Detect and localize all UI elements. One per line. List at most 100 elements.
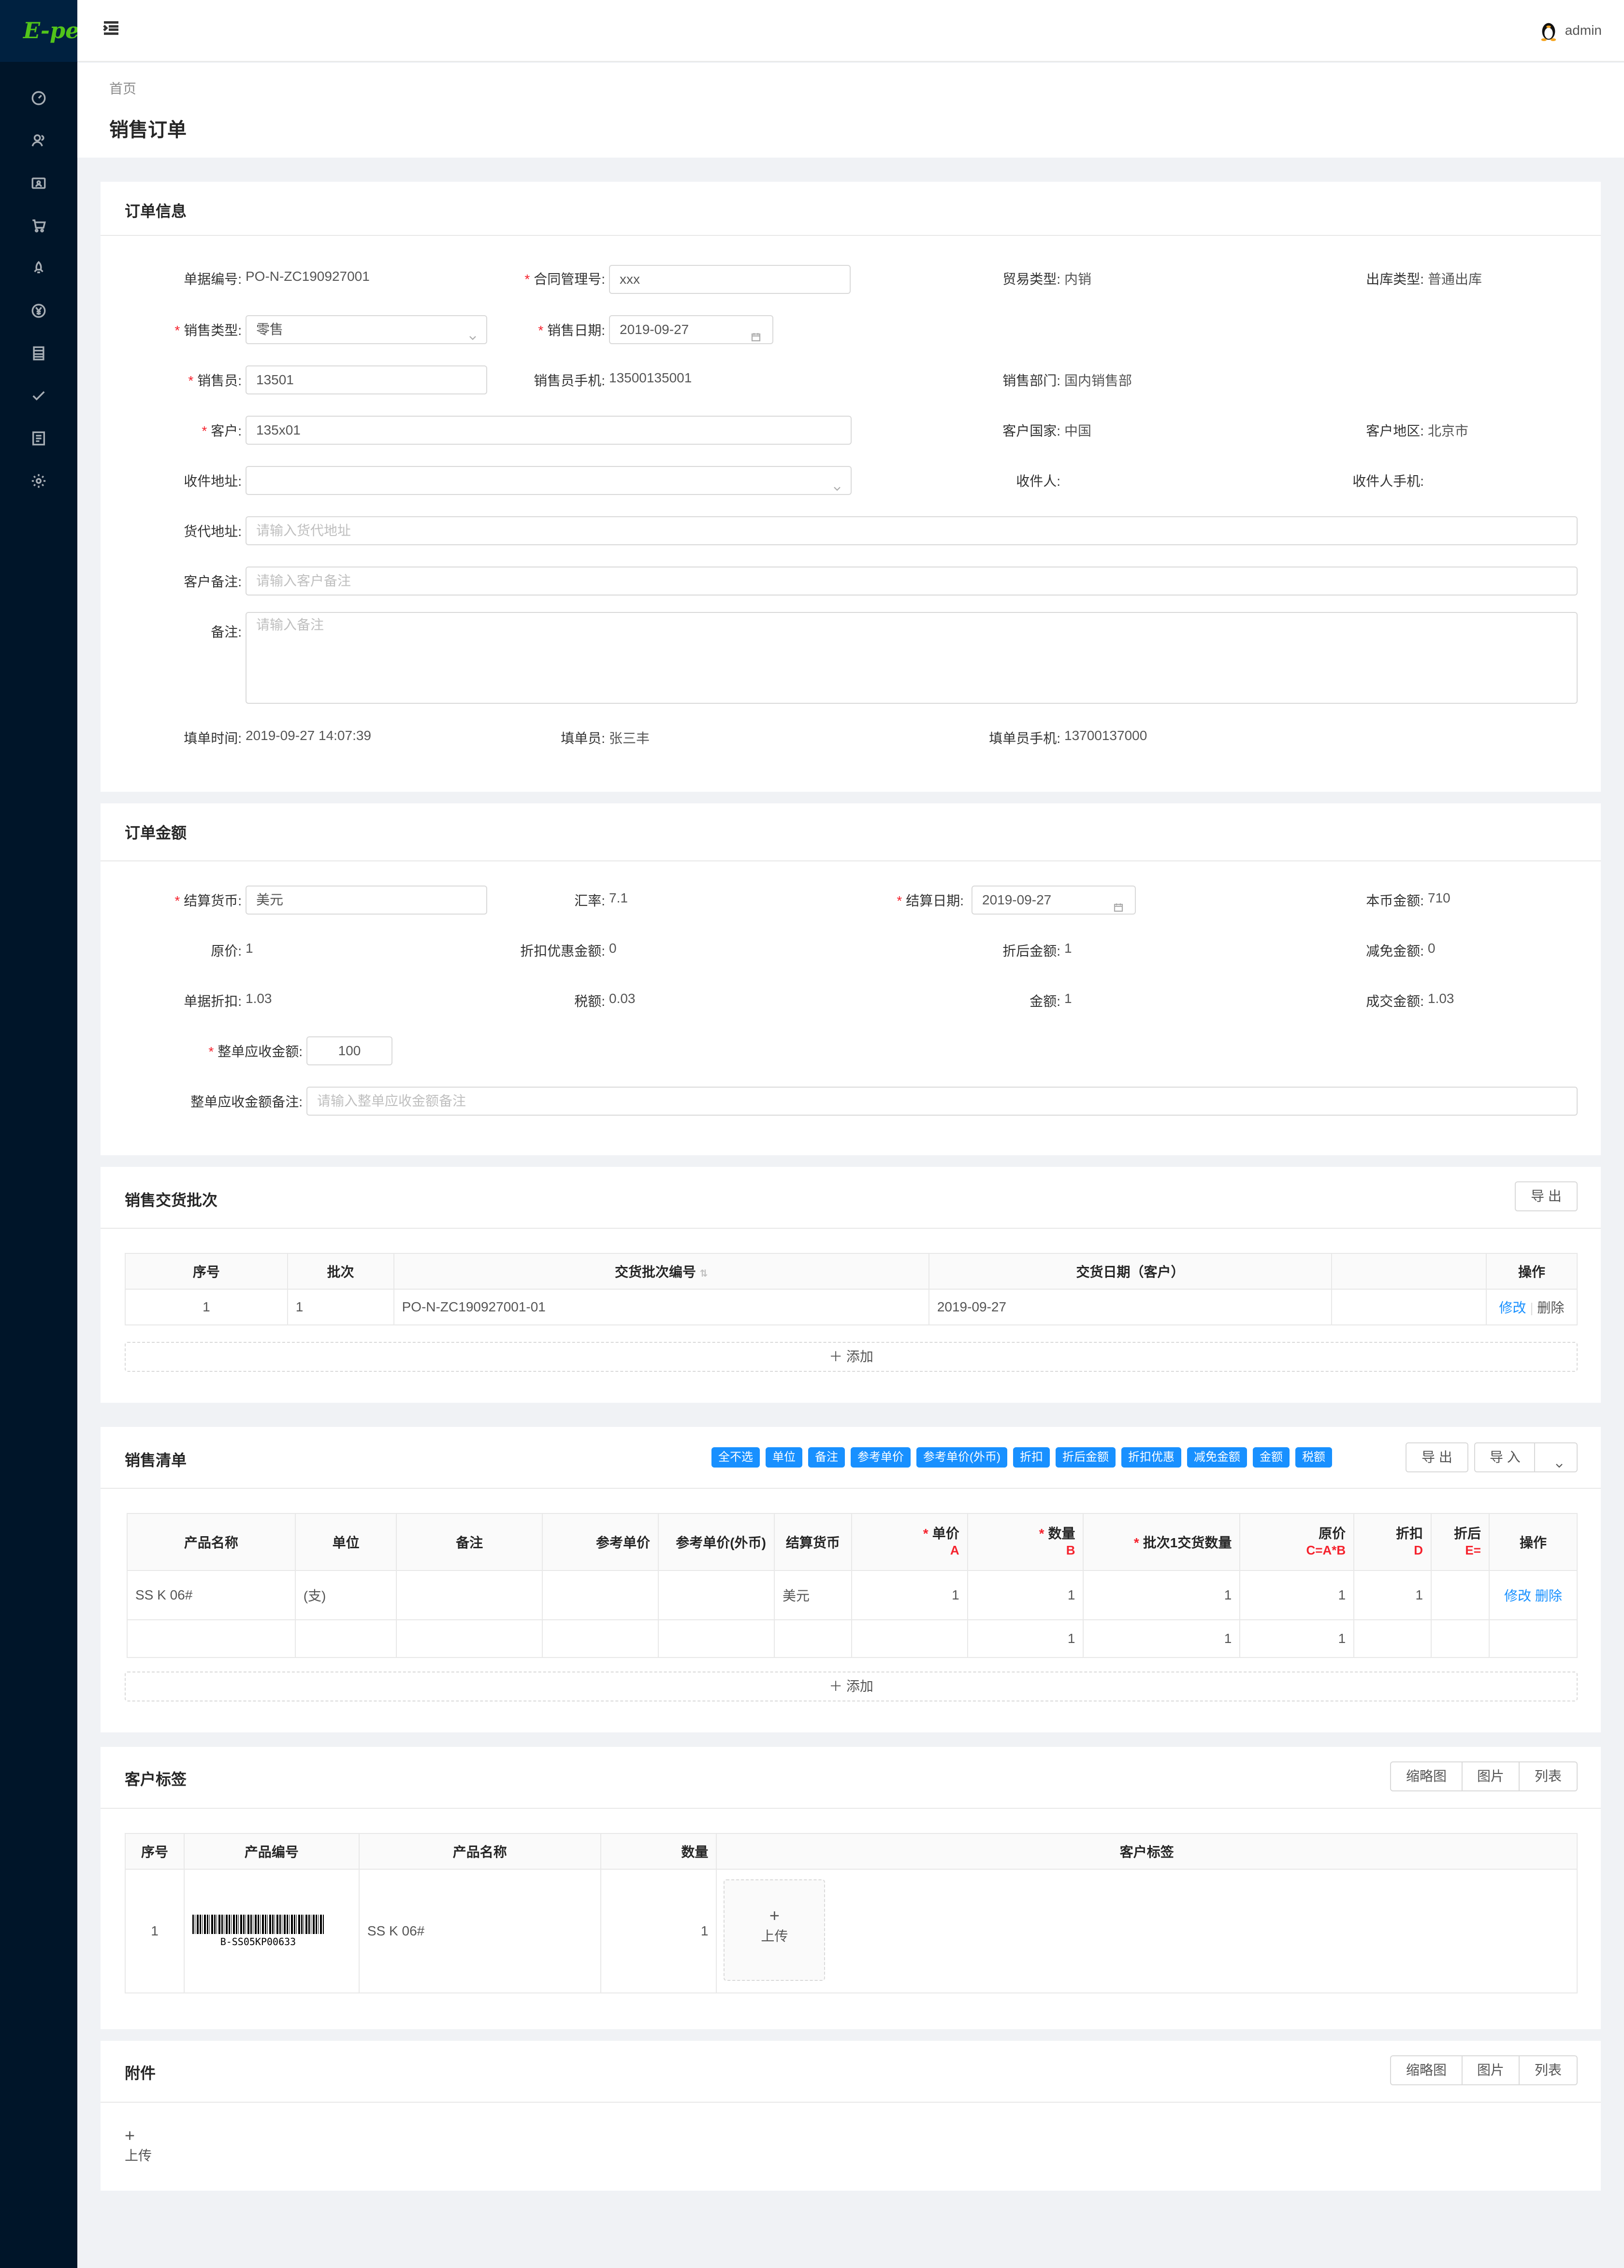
deal-value: 1.03 xyxy=(1428,991,1454,1006)
currency-label: * 结算货币: xyxy=(174,893,242,908)
settle-date-label: * 结算日期: xyxy=(897,893,964,908)
country-value: 中国 xyxy=(1064,423,1092,438)
dashboard-icon[interactable] xyxy=(29,90,48,109)
col-batch-code[interactable]: 交货批次编号 ⇅ xyxy=(393,1253,929,1290)
chevron-down-icon xyxy=(832,476,842,491)
receiver-label: 收件人: xyxy=(1016,474,1060,489)
receivable-input[interactable]: 100 xyxy=(306,1036,392,1065)
plus-icon: ＋ xyxy=(829,1349,846,1364)
order-info-card: 订单信息 单据编号: PO-N-ZC190927001 * 合同管理号: xxx … xyxy=(101,182,1601,792)
view-list-button[interactable]: 列表 xyxy=(1519,2055,1578,2085)
contract-input[interactable]: xxx xyxy=(609,265,851,294)
after-discount-value: 1 xyxy=(1064,941,1072,956)
plus-icon: + xyxy=(125,2125,135,2145)
menu-fold-icon[interactable] xyxy=(102,18,121,38)
tag-reduce[interactable]: 减免金额 xyxy=(1187,1447,1247,1468)
check-icon[interactable] xyxy=(29,388,48,407)
sidebar: E-pen xyxy=(0,0,77,2268)
view-list-button[interactable]: 列表 xyxy=(1519,1761,1578,1791)
col-empty xyxy=(1331,1253,1487,1290)
after-discount-label: 折后金额: xyxy=(1002,944,1060,959)
order-info-title: 订单信息 xyxy=(125,203,187,220)
sort-icon[interactable]: ⇅ xyxy=(700,1268,708,1279)
tag-discount-amount[interactable]: 折扣优惠 xyxy=(1121,1447,1181,1468)
receivable-remark-input[interactable]: 请输入整单应收金额备注 xyxy=(306,1087,1578,1116)
customer-input[interactable]: 135x01 xyxy=(246,416,852,445)
chevron-down-icon[interactable] xyxy=(1554,1452,1564,1480)
out-type-value: 普通出库 xyxy=(1428,272,1482,287)
cust-remark-label: 客户备注: xyxy=(184,574,242,589)
yuan-icon[interactable] xyxy=(29,303,48,322)
tag-after-discount[interactable]: 折后金额 xyxy=(1055,1447,1116,1468)
tag-upload-button[interactable]: + 上传 xyxy=(724,1879,826,1981)
settle-date-picker[interactable]: 2019-09-27 xyxy=(972,886,1136,915)
customers-icon[interactable] xyxy=(29,132,48,152)
batch-add-button[interactable]: ＋ 添加 xyxy=(125,1342,1578,1372)
tag-remark[interactable]: 备注 xyxy=(808,1447,845,1468)
page-title: 销售订单 xyxy=(109,119,187,141)
edit-link[interactable]: 修改 xyxy=(1504,1588,1531,1603)
tag-ref-price-fx[interactable]: 参考单价(外币) xyxy=(916,1447,1007,1468)
tag-discount[interactable]: 折扣 xyxy=(1013,1447,1050,1468)
view-image-button[interactable]: 图片 xyxy=(1462,1761,1520,1791)
tag-amount[interactable]: 金额 xyxy=(1252,1447,1290,1468)
sale-date-picker[interactable]: 2019-09-27 xyxy=(609,315,773,344)
doc-no-label: 单据编号: xyxy=(184,272,242,287)
batch-title: 销售交货批次 xyxy=(125,1192,218,1209)
tag-unit[interactable]: 单位 xyxy=(766,1447,802,1468)
delete-link[interactable]: 删除 xyxy=(1537,1300,1564,1315)
local-amount-value: 710 xyxy=(1428,890,1450,905)
attachments-card: 附件 缩略图 图片 列表 + 上传 xyxy=(101,2041,1601,2191)
edit-link[interactable]: 修改 xyxy=(1499,1300,1526,1315)
doc-no-value: PO-N-ZC190927001 xyxy=(246,269,370,284)
fill-time-label: 填单时间: xyxy=(184,731,242,746)
orig-price-label: 原价: xyxy=(211,944,242,959)
batch-export-button[interactable]: 导 出 xyxy=(1515,1181,1578,1211)
cust-tags-card: 客户标签 缩略图 图片 列表 序号 产品编号 产品名称 数量 客户标签 1 B-… xyxy=(101,1747,1601,2029)
attachments-title: 附件 xyxy=(125,2064,156,2082)
filler-phone-label: 填单员手机: xyxy=(989,731,1060,746)
settings-icon[interactable] xyxy=(29,473,48,492)
barcode-image xyxy=(192,1915,324,1934)
user-menu[interactable]: admin xyxy=(1539,19,1602,42)
remark-textarea[interactable]: 请输入备注 xyxy=(246,612,1578,704)
batch-card: 销售交货批次 导 出 序号 批次 交货批次编号 ⇅ 交货日期（客户） 操作 1 … xyxy=(101,1167,1601,1403)
cart-icon[interactable] xyxy=(29,218,48,237)
receiver-phone-label: 收件人手机: xyxy=(1352,474,1424,489)
cust-tags-table: 序号 产品编号 产品名称 数量 客户标签 1 B-SS05KP00633 SS … xyxy=(125,1833,1578,1993)
tag-ref-price[interactable]: 参考单价 xyxy=(851,1447,911,1468)
ledger-icon[interactable] xyxy=(29,345,48,364)
dept-value: 国内销售部 xyxy=(1064,373,1132,388)
report-icon[interactable] xyxy=(29,430,48,450)
card-icon[interactable] xyxy=(29,175,48,194)
attachment-upload-button[interactable]: + 上传 xyxy=(125,2126,152,2165)
logo[interactable]: E-pen xyxy=(0,0,77,62)
view-image-button[interactable]: 图片 xyxy=(1462,2055,1520,2085)
tag-tax[interactable]: 税额 xyxy=(1295,1447,1332,1468)
cust-remark-input[interactable]: 请输入客户备注 xyxy=(246,567,1578,596)
address-label: 收件地址: xyxy=(184,474,242,489)
forwarder-input[interactable]: 请输入货代地址 xyxy=(246,516,1578,545)
sale-date-label: * 销售日期: xyxy=(538,323,605,338)
delete-link[interactable]: 删除 xyxy=(1535,1588,1562,1603)
money-value: 1 xyxy=(1064,991,1072,1006)
dept-label: 销售部门: xyxy=(1002,373,1060,388)
summary-row: 1 1 1 xyxy=(127,1619,1578,1658)
sales-add-button[interactable]: ＋ 添加 xyxy=(125,1672,1578,1701)
sales-import-button[interactable]: 导 入 xyxy=(1474,1442,1578,1472)
logo-text: E-pen xyxy=(23,17,77,44)
sales-export-button[interactable]: 导 出 xyxy=(1406,1442,1468,1472)
tag-none[interactable]: 全不选 xyxy=(711,1447,760,1468)
sale-type-label: * 销售类型: xyxy=(174,323,242,338)
table-row: SS K 06# (支) 美元 1 1 1 1 1 修改 删除 xyxy=(127,1570,1578,1620)
trade-type-value: 内销 xyxy=(1064,272,1092,287)
breadcrumb[interactable]: 首页 xyxy=(109,78,136,98)
address-select[interactable] xyxy=(246,466,852,495)
plus-icon: + xyxy=(769,1905,780,1925)
rocket-icon[interactable] xyxy=(29,260,48,279)
col-seq: 序号 xyxy=(125,1253,288,1290)
table-row: 1 B-SS05KP00633 SS K 06# 1 + 上传 xyxy=(125,1869,1578,1993)
view-thumbnail-button[interactable]: 缩略图 xyxy=(1390,2055,1463,2085)
cust-tags-title: 客户标签 xyxy=(125,1771,187,1788)
view-thumbnail-button[interactable]: 缩略图 xyxy=(1390,1761,1463,1791)
